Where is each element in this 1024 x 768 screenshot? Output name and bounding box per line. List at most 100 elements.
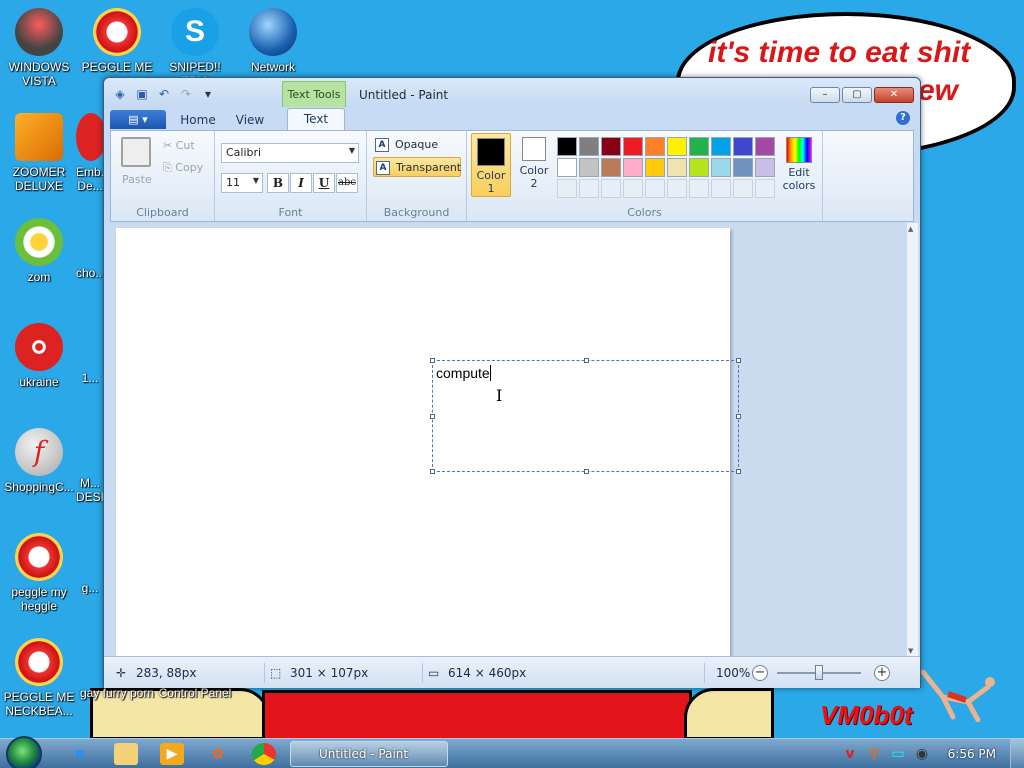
color2-button[interactable]: Color 2: [515, 133, 553, 197]
palette-swatch[interactable]: [689, 179, 709, 198]
desktop-icon-peggle-my-heggle[interactable]: peggle my heggle: [1, 533, 77, 613]
palette-swatch[interactable]: [579, 137, 599, 156]
media-player-icon[interactable]: ▶: [160, 743, 184, 765]
paint-app-icon[interactable]: ◈: [112, 86, 128, 102]
text-box[interactable]: compute: [430, 358, 741, 474]
taskbar-item-paint[interactable]: Untitled - Paint: [290, 741, 448, 767]
palette-swatch[interactable]: [601, 137, 621, 156]
antivirus-tray-icon[interactable]: v: [838, 743, 862, 765]
volume-tray-icon[interactable]: ◉: [910, 743, 934, 765]
desktop-icon-windows-vista[interactable]: WINDOWS VISTA: [1, 8, 77, 88]
palette-swatch[interactable]: [755, 158, 775, 177]
zoom-slider-thumb[interactable]: [815, 665, 823, 680]
undo-icon[interactable]: ↶: [156, 86, 172, 102]
palette-swatch[interactable]: [733, 137, 753, 156]
tab-text[interactable]: Text: [287, 108, 345, 130]
palette-swatch[interactable]: [579, 158, 599, 177]
zoom-in-button[interactable]: +: [874, 665, 890, 681]
network-tray-icon[interactable]: ▭: [886, 743, 910, 765]
desktop-icon-m-desk[interactable]: M... DESK...: [76, 476, 104, 504]
color1-button[interactable]: Color 1: [471, 133, 511, 197]
strikethrough-button[interactable]: abc: [336, 173, 358, 193]
desktop-icon-network[interactable]: Network: [235, 8, 311, 74]
palette-swatch[interactable]: [623, 137, 643, 156]
palette-swatch[interactable]: [557, 179, 577, 198]
redo-icon[interactable]: ↷: [178, 86, 194, 102]
palette-swatch[interactable]: [755, 137, 775, 156]
drawing-canvas[interactable]: compute: [116, 228, 741, 657]
palette-swatch[interactable]: [645, 158, 665, 177]
internet-explorer-icon[interactable]: e: [68, 743, 92, 765]
edit-colors-button[interactable]: Edit colors: [779, 137, 819, 192]
desktop-icon-peggle-me-neckbea[interactable]: PEGGLE ME NECKBEA...: [1, 638, 77, 718]
desktop-icon-zoomer-deluxe[interactable]: ZOOMER DELUXE: [1, 113, 77, 193]
close-button[interactable]: ✕: [874, 87, 914, 103]
palette-swatch[interactable]: [755, 179, 775, 198]
desktop-icon-peggle-me[interactable]: PEGGLE ME M...: [79, 8, 155, 88]
palette-swatch[interactable]: [689, 137, 709, 156]
palette-swatch[interactable]: [645, 137, 665, 156]
desktop-icon-shoppingc[interactable]: f ShoppingC...: [1, 428, 77, 494]
resize-handle[interactable]: [430, 469, 435, 474]
desktop-icon-control-panel[interactable]: Control Panel: [157, 686, 233, 700]
start-button[interactable]: [6, 736, 42, 768]
scroll-down-icon[interactable]: ▼: [908, 647, 913, 655]
folder-icon[interactable]: [114, 743, 138, 765]
paste-button[interactable]: Paste: [122, 173, 152, 186]
palette-swatch[interactable]: [733, 179, 753, 198]
underline-button[interactable]: U: [313, 173, 335, 193]
resize-handle[interactable]: [584, 469, 589, 474]
palette-swatch[interactable]: [557, 158, 577, 177]
vertical-scrollbar[interactable]: ▲ ▼: [907, 223, 918, 657]
resize-handle[interactable]: [430, 414, 435, 419]
font-size-select[interactable]: 11 ▼: [221, 173, 263, 193]
palette-swatch[interactable]: [733, 158, 753, 177]
palette-swatch[interactable]: [711, 137, 731, 156]
bold-button[interactable]: B: [267, 173, 289, 193]
desktop-icon-ukraine[interactable]: ukraine: [1, 323, 77, 389]
desktop-icon-g[interactable]: g...: [76, 581, 104, 595]
zoom-out-button[interactable]: −: [752, 665, 768, 681]
opaque-button[interactable]: A Opaque: [373, 135, 461, 155]
paint-pinned-icon[interactable]: ✿: [206, 743, 230, 765]
resize-handle[interactable]: [584, 358, 589, 363]
tab-home[interactable]: Home: [174, 110, 222, 130]
desktop-icon-zom[interactable]: zom: [1, 218, 77, 284]
cut-button[interactable]: ✂ Cut: [163, 139, 195, 152]
desktop-icon-1[interactable]: 1...: [76, 371, 104, 385]
palette-swatch[interactable]: [711, 179, 731, 198]
palette-swatch[interactable]: [601, 179, 621, 198]
desktop-icon-emb[interactable]: Emb... De...: [76, 113, 104, 193]
palette-swatch[interactable]: [645, 179, 665, 198]
tab-view[interactable]: View: [228, 110, 272, 130]
minimize-button[interactable]: –: [810, 87, 840, 103]
resize-handle[interactable]: [736, 469, 741, 474]
transparent-button[interactable]: A Transparent: [373, 157, 461, 177]
title-bar[interactable]: ◈ ▣ ↶ ↷ ▾ Text Tools Untitled - Paint – …: [104, 78, 920, 108]
show-desktop-button[interactable]: [1010, 739, 1024, 768]
palette-swatch[interactable]: [711, 158, 731, 177]
help-icon[interactable]: ?: [896, 111, 910, 125]
italic-button[interactable]: I: [290, 173, 312, 193]
copy-button[interactable]: ⎘ Copy: [163, 161, 203, 175]
resize-handle[interactable]: [736, 358, 741, 363]
customize-qat-icon[interactable]: ▾: [200, 86, 216, 102]
palette-swatch[interactable]: [667, 158, 687, 177]
font-family-select[interactable]: Calibri ▼: [221, 143, 359, 163]
palette-swatch[interactable]: [689, 158, 709, 177]
paint-menu-button[interactable]: ▤ ▾: [110, 110, 166, 129]
desktop-icon-sniped[interactable]: S SNIPED!! EPIC: [157, 8, 233, 88]
clock[interactable]: 6:56 PM: [948, 747, 996, 761]
palette-swatch[interactable]: [601, 158, 621, 177]
resize-handle[interactable]: [736, 414, 741, 419]
chrome-icon[interactable]: [252, 743, 276, 765]
palette-swatch[interactable]: [667, 137, 687, 156]
palette-swatch[interactable]: [623, 158, 643, 177]
palette-swatch[interactable]: [557, 137, 577, 156]
resize-handle[interactable]: [430, 358, 435, 363]
search-tray-icon[interactable]: ⚲: [862, 743, 886, 765]
maximize-button[interactable]: ▢: [842, 87, 872, 103]
scroll-up-icon[interactable]: ▲: [908, 225, 913, 233]
desktop-icon-cho[interactable]: cho...: [76, 266, 104, 280]
palette-swatch[interactable]: [623, 179, 643, 198]
